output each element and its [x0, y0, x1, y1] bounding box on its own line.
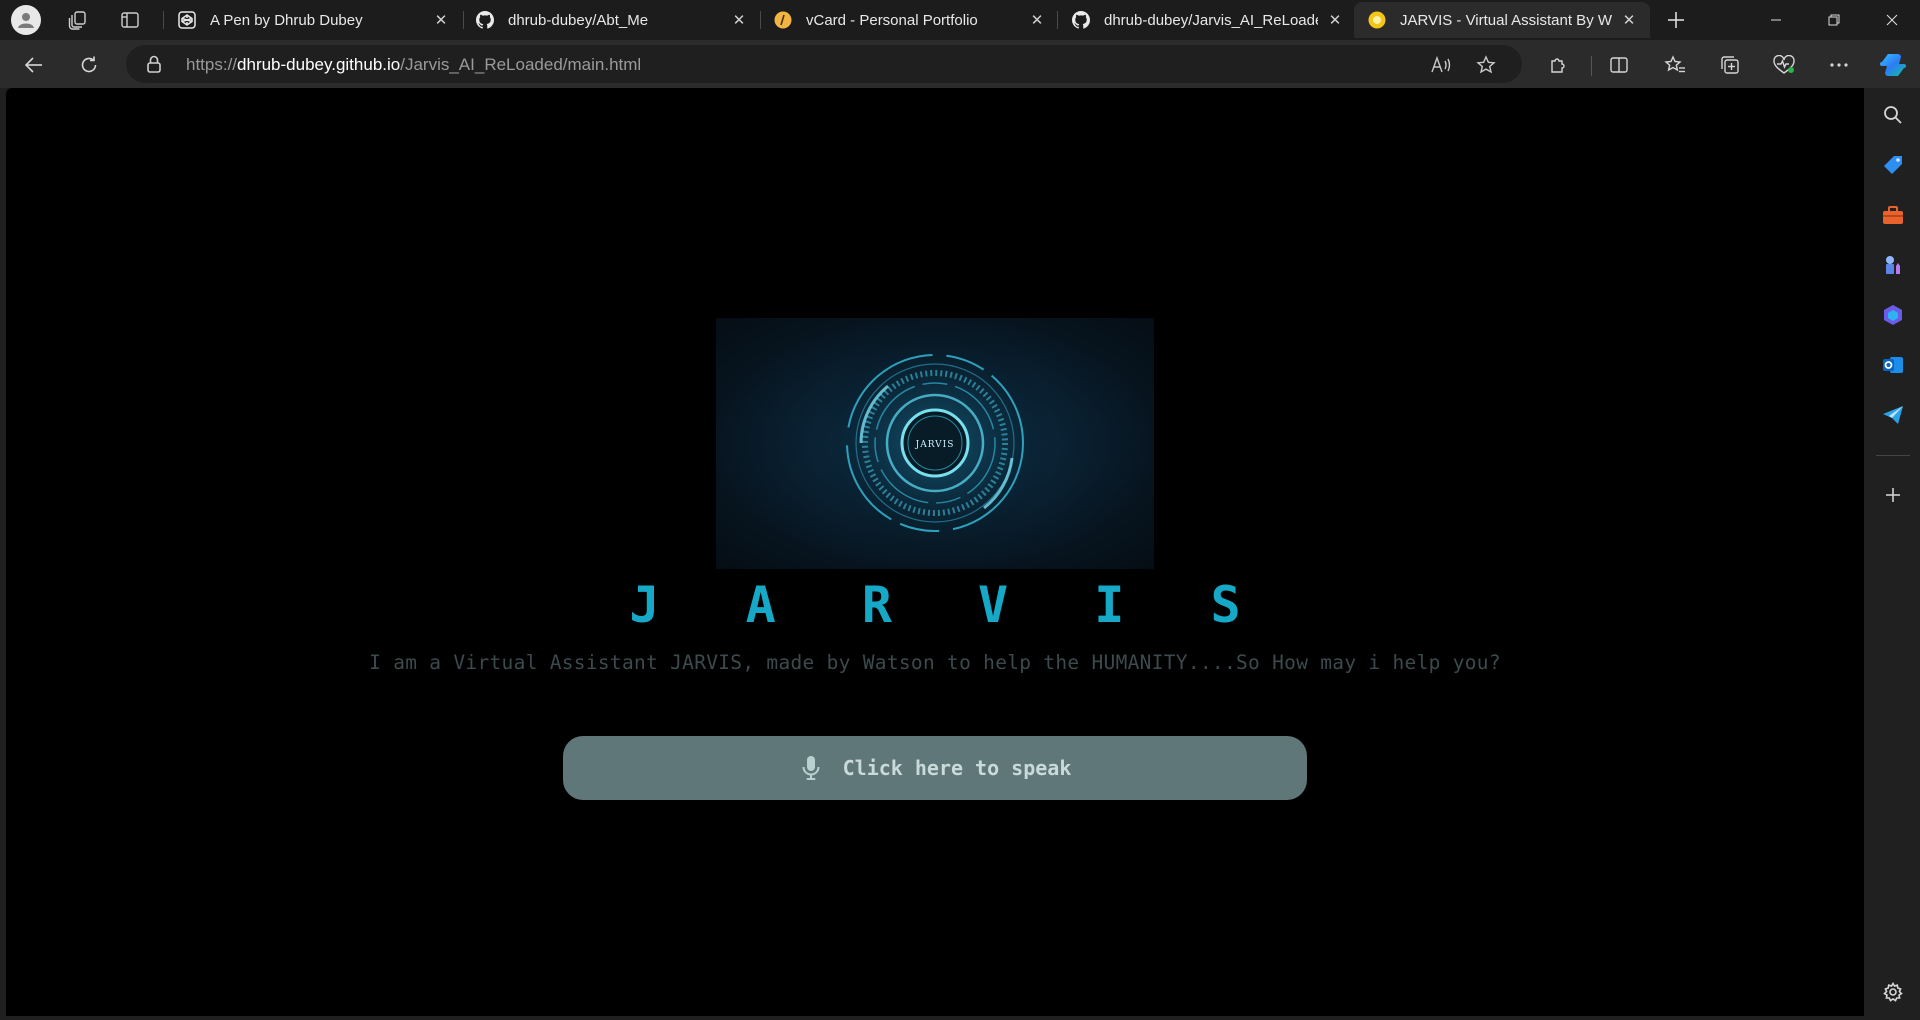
- close-tab-icon[interactable]: ✕: [432, 11, 450, 29]
- sidebar-divider: [1876, 455, 1910, 456]
- hero-label: JARVIS: [915, 440, 955, 450]
- workspaces-icon: [68, 11, 86, 30]
- jarvis-hero-image: JARVIS: [716, 318, 1154, 569]
- sidebar-copilot-button[interactable]: [1878, 300, 1908, 330]
- favorites-list-icon: [1664, 55, 1685, 73]
- browser-essentials-button[interactable]: [1767, 48, 1801, 82]
- sidebar-shopping-button[interactable]: [1878, 150, 1908, 180]
- back-button[interactable]: [17, 48, 51, 82]
- microsoft-365-icon: [1884, 305, 1902, 325]
- tab-title: A Pen by Dhrub Dubey: [210, 11, 363, 29]
- url-path: /Jarvis_AI_ReLoaded/main.html: [400, 55, 642, 74]
- read-aloud-button[interactable]: [1426, 50, 1456, 80]
- sidebar-tools-button[interactable]: [1878, 200, 1908, 230]
- close-tab-icon[interactable]: ✕: [730, 11, 748, 29]
- minimize-icon: [1771, 19, 1781, 21]
- url-scheme: https://: [186, 55, 238, 74]
- vertical-tabs-button[interactable]: [114, 4, 146, 36]
- restore-button[interactable]: [1806, 0, 1862, 40]
- split-screen-icon: [1610, 57, 1628, 73]
- url-host: dhrub-dubey.github.io: [237, 55, 401, 74]
- collections-button[interactable]: [1713, 48, 1747, 82]
- close-tab-icon[interactable]: ✕: [1620, 11, 1638, 29]
- tab-title: vCard - Personal Portfolio: [806, 11, 978, 29]
- read-aloud-icon: [1431, 55, 1451, 73]
- plus-icon: [1886, 488, 1900, 502]
- shopping-tag-icon: [1884, 156, 1902, 174]
- tab-github-jarvis[interactable]: dhrub-dubey/Jarvis_AI_ReLoaded ✕: [1058, 2, 1356, 38]
- tab-title: JARVIS - Virtual Assistant By Watson: [1400, 11, 1612, 29]
- gear-icon: [1883, 982, 1903, 1002]
- tab-vcard[interactable]: vCard - Personal Portfolio ✕: [760, 2, 1058, 38]
- close-tab-icon[interactable]: ✕: [1326, 11, 1344, 29]
- tab-jarvis-active[interactable]: JARVIS - Virtual Assistant By Watson ✕: [1354, 2, 1650, 38]
- sidebar-games-button[interactable]: [1878, 250, 1908, 280]
- speak-button-label: Click here to speak: [842, 756, 1072, 780]
- speak-button[interactable]: Click here to speak: [563, 736, 1307, 800]
- copilot-icon: [1880, 54, 1906, 76]
- more-icon: [1830, 63, 1848, 67]
- sidebar-add-button[interactable]: [1878, 480, 1908, 510]
- sidebar-search-button[interactable]: [1878, 100, 1908, 130]
- minimize-button[interactable]: [1748, 0, 1804, 40]
- copilot-button[interactable]: [1876, 48, 1910, 82]
- outlook-icon: [1883, 357, 1903, 373]
- refresh-icon: [81, 56, 97, 73]
- tab-actions-icon: [121, 12, 139, 28]
- puzzle-icon: [1551, 58, 1565, 73]
- edge-sidebar: [1866, 88, 1920, 1020]
- lock-icon[interactable]: [146, 55, 162, 78]
- jarvis-hud-icon: JARVIS: [815, 323, 1055, 563]
- new-tab-button[interactable]: [1660, 4, 1692, 36]
- page-title: J A R V I S: [629, 576, 1269, 634]
- close-window-button[interactable]: [1864, 0, 1920, 40]
- refresh-button[interactable]: [72, 48, 106, 82]
- vcard-favicon-icon: [774, 11, 792, 29]
- page-viewport: JARVIS J A R V I S I am a Virtual Assist…: [6, 88, 1864, 1016]
- tab-strip: A Pen by Dhrub Dubey ✕ dhrub-dubey/Abt_M…: [0, 0, 1920, 40]
- send-icon: [1883, 406, 1903, 424]
- extensions-button[interactable]: [1541, 48, 1575, 82]
- collections-icon: [1721, 56, 1739, 74]
- sidebar-telegram-button[interactable]: [1878, 400, 1908, 430]
- tab-title: dhrub-dubey/Jarvis_AI_ReLoaded: [1104, 11, 1318, 29]
- sidebar-settings-button[interactable]: [1878, 977, 1908, 1007]
- url-text[interactable]: https://dhrub-dubey.github.io/Jarvis_AI_…: [186, 55, 641, 75]
- close-tab-icon[interactable]: ✕: [1028, 11, 1046, 29]
- star-icon: [1476, 55, 1496, 74]
- toolbox-icon: [1883, 206, 1903, 224]
- codepen-icon: [178, 11, 196, 29]
- tab-github-abt-me[interactable]: dhrub-dubey/Abt_Me ✕: [462, 2, 760, 38]
- tab-codepen[interactable]: A Pen by Dhrub Dubey ✕: [164, 2, 462, 38]
- jarvis-favicon-icon: [1368, 11, 1386, 29]
- toolbar-divider: [1591, 56, 1592, 76]
- split-screen-button[interactable]: [1602, 48, 1636, 82]
- heart-pulse-icon: [1773, 55, 1795, 74]
- browser-toolbar: https://dhrub-dubey.github.io/Jarvis_AI_…: [0, 40, 1920, 88]
- search-icon: [1884, 106, 1902, 124]
- chess-piece-icon: [1886, 256, 1900, 274]
- restore-icon: [1828, 14, 1840, 26]
- workspaces-button[interactable]: [62, 4, 94, 36]
- profile-button[interactable]: [10, 4, 42, 36]
- microphone-icon: [799, 754, 823, 782]
- address-bar[interactable]: https://dhrub-dubey.github.io/Jarvis_AI_…: [126, 45, 1522, 83]
- github-icon: [476, 11, 494, 29]
- plus-icon: [1668, 12, 1684, 28]
- sidebar-outlook-button[interactable]: [1878, 350, 1908, 380]
- favorites-button[interactable]: [1658, 48, 1692, 82]
- back-arrow-icon: [24, 57, 42, 73]
- tagline: I am a Virtual Assistant JARVIS, made by…: [369, 651, 1501, 674]
- settings-menu-button[interactable]: [1822, 48, 1856, 82]
- favorite-button[interactable]: [1471, 50, 1501, 80]
- close-icon: [1886, 14, 1898, 26]
- github-icon: [1072, 11, 1090, 29]
- profile-avatar-icon: [11, 5, 41, 35]
- tab-title: dhrub-dubey/Abt_Me: [508, 11, 649, 29]
- window-bottom-edge: [0, 1016, 1866, 1020]
